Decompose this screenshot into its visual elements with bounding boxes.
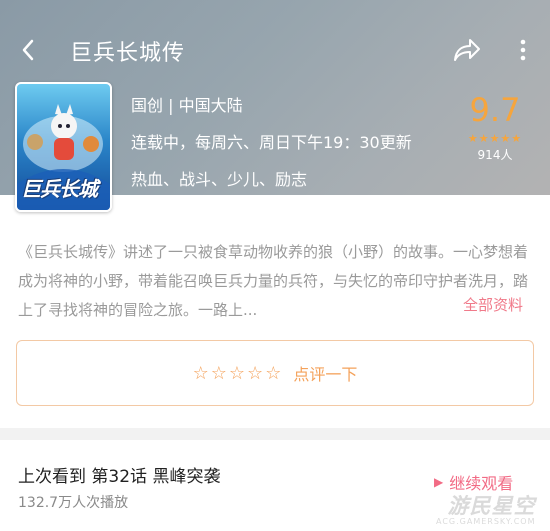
share-arrow-icon [454, 39, 480, 61]
play-icon: ▶ [434, 475, 444, 489]
page-title: 巨兵长城传 [70, 41, 186, 66]
more-button[interactable] [508, 32, 538, 68]
top-bar: 巨兵长城传 [0, 22, 550, 78]
cover-title: 巨兵长城 [21, 177, 98, 201]
more-vertical-icon [520, 39, 526, 61]
section-divider [0, 428, 550, 440]
origin-text: 国创 | 中国大陆 [131, 96, 243, 115]
tags-text: 热血、战斗、少儿、励志 [131, 170, 308, 189]
continue-watching-button[interactable]: ▶ 继续观看 [434, 470, 513, 494]
watermark-en: ACG.GAMERSKY.COM [436, 517, 536, 526]
back-button[interactable] [12, 34, 44, 66]
back-arrow-icon [22, 39, 34, 61]
review-button[interactable]: ☆☆☆☆☆ 点评一下 [16, 340, 534, 406]
watermark: 游民星空 ACG.GAMERSKY.COM [436, 495, 535, 526]
play-count-text: 132.7万人次播放 [18, 495, 129, 511]
synopsis-text: 《巨兵长城传》讲述了一只被食草动物收养的狼（小野）的故事。一心梦想着成为将神的小… [18, 243, 529, 319]
score-stars: ★★★★★ [467, 132, 523, 145]
last-watched-text: 上次看到 第32话 黑峰突袭 [18, 467, 221, 487]
score-value: 9.7 [469, 91, 521, 129]
continue-watching-label: 继续观看 [449, 474, 514, 493]
share-button[interactable] [448, 32, 486, 68]
review-star-icons: ☆☆☆☆☆ [192, 362, 284, 384]
review-label: 点评一下 [293, 365, 358, 384]
cover-image[interactable]: 巨兵长城 [15, 82, 112, 212]
score-box: 9.7 ★★★★★ 914人 [452, 92, 538, 163]
rating-count: 914人 [477, 148, 513, 162]
watermark-cn: 游民星空 [447, 494, 536, 518]
schedule-text: 连载中，每周六、周日下午19：30更新 [131, 133, 412, 152]
full-info-link[interactable]: 全部资料 [463, 294, 523, 315]
